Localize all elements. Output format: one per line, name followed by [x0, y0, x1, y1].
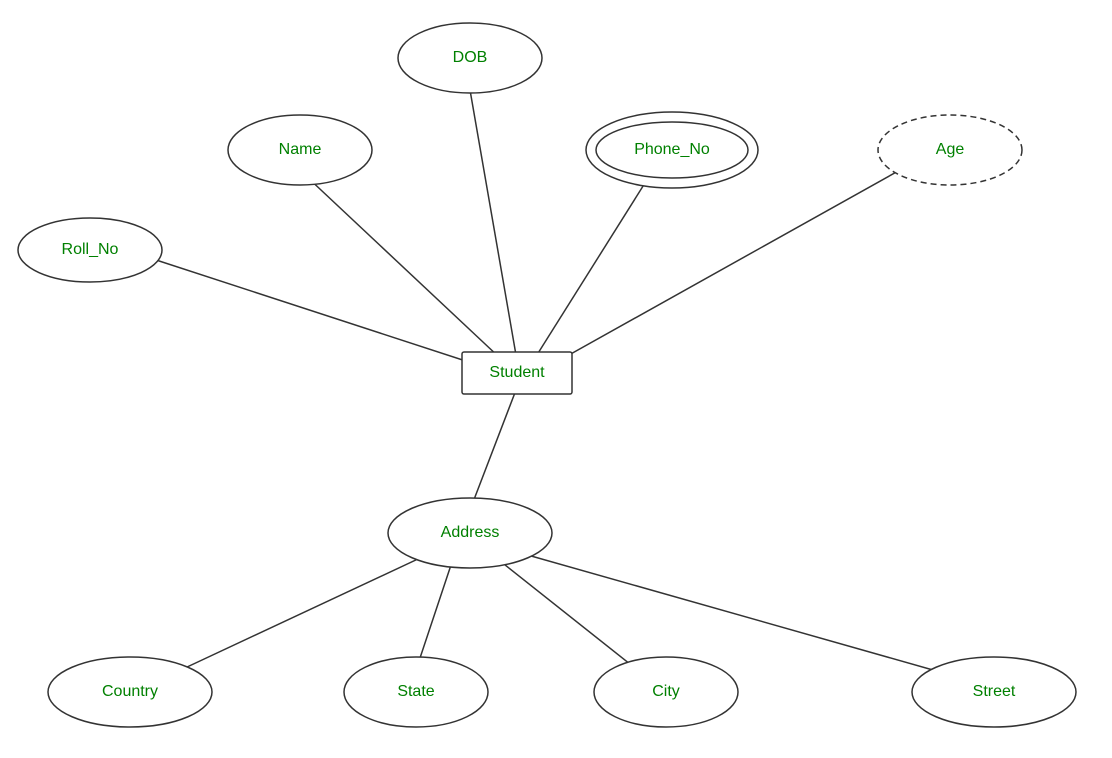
country-label: Country — [102, 683, 158, 700]
connector-student-name — [305, 175, 500, 358]
street-label: Street — [973, 683, 1016, 700]
connector-address-city — [490, 553, 640, 672]
connector-student-address — [470, 390, 516, 510]
dob-label: DOB — [453, 49, 488, 66]
state-label: State — [397, 683, 434, 700]
connector-student-age — [560, 170, 900, 360]
connector-student-dob — [470, 90, 516, 355]
student-label: Student — [489, 364, 545, 381]
er-diagram: Student DOB Name Phone_No Age Roll_No Ad… — [0, 0, 1112, 753]
connector-address-state — [416, 553, 455, 670]
name-label: Name — [279, 141, 322, 158]
connector-student-rollno — [150, 258, 478, 365]
connector-address-country — [170, 551, 435, 675]
phone-label: Phone_No — [634, 141, 710, 158]
connector-address-street — [510, 550, 940, 672]
connector-student-phone — [535, 175, 650, 358]
address-label: Address — [441, 524, 500, 541]
rollno-label: Roll_No — [62, 241, 119, 258]
age-label: Age — [936, 141, 965, 158]
city-label: City — [652, 683, 680, 700]
